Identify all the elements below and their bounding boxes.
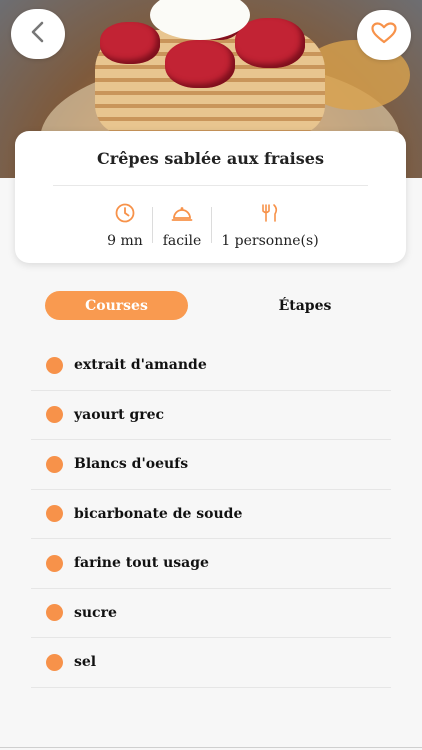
list-item: yaourt grec — [31, 391, 391, 440]
ingredient-label: Blancs d'oeufs — [74, 456, 189, 473]
list-item: farine tout usage — [31, 539, 391, 589]
divider — [211, 207, 212, 243]
difficulty-info: facile — [157, 203, 207, 249]
divider — [152, 207, 153, 243]
strawberry-shape — [165, 40, 235, 88]
bullet-icon — [46, 604, 63, 622]
bullet-icon — [46, 554, 63, 572]
list-item: sucre — [31, 589, 391, 638]
difficulty-label: facile — [162, 233, 202, 249]
time-info: 9 mn — [105, 203, 145, 249]
ingredient-label: bicarbonate de soude — [74, 505, 243, 522]
fork-knife-icon — [260, 203, 280, 227]
clock-icon — [115, 203, 135, 227]
back-button[interactable] — [11, 9, 65, 59]
divider — [53, 185, 368, 186]
servings-info: 1 personne(s) — [215, 203, 325, 249]
time-label: 9 mn — [107, 233, 143, 249]
favorite-button[interactable] — [357, 10, 411, 60]
ingredient-list: extrait d'amande yaourt grec Blancs d'oe… — [31, 341, 391, 688]
recipe-title: Crêpes sablée aux fraises — [97, 149, 324, 168]
cloche-icon — [171, 203, 193, 227]
ingredient-label: farine tout usage — [74, 555, 209, 572]
strawberry-shape — [100, 22, 160, 64]
bullet-icon — [46, 455, 63, 473]
recipe-info-card: Crêpes sablée aux fraises 9 mn facile 1 … — [15, 131, 406, 263]
tab-courses[interactable]: Courses — [45, 291, 188, 320]
bullet-icon — [46, 356, 63, 374]
list-item: sel — [31, 638, 391, 688]
bullet-icon — [46, 505, 63, 523]
list-item: Blancs d'oeufs — [31, 440, 391, 490]
bullet-icon — [46, 406, 63, 424]
ingredient-label: extrait d'amande — [74, 357, 207, 374]
chevron-left-icon — [30, 21, 46, 47]
servings-label: 1 personne(s) — [221, 233, 319, 249]
heart-icon — [371, 22, 397, 48]
ingredient-label: sel — [74, 654, 97, 671]
ingredient-label: sucre — [74, 604, 117, 621]
bottom-divider — [0, 747, 422, 748]
strawberry-shape — [235, 18, 305, 68]
bullet-icon — [46, 653, 63, 671]
ingredient-label: yaourt grec — [74, 406, 165, 423]
tab-etapes[interactable]: Étapes — [255, 291, 355, 320]
list-item: extrait d'amande — [31, 341, 391, 391]
list-item: bicarbonate de soude — [31, 490, 391, 539]
